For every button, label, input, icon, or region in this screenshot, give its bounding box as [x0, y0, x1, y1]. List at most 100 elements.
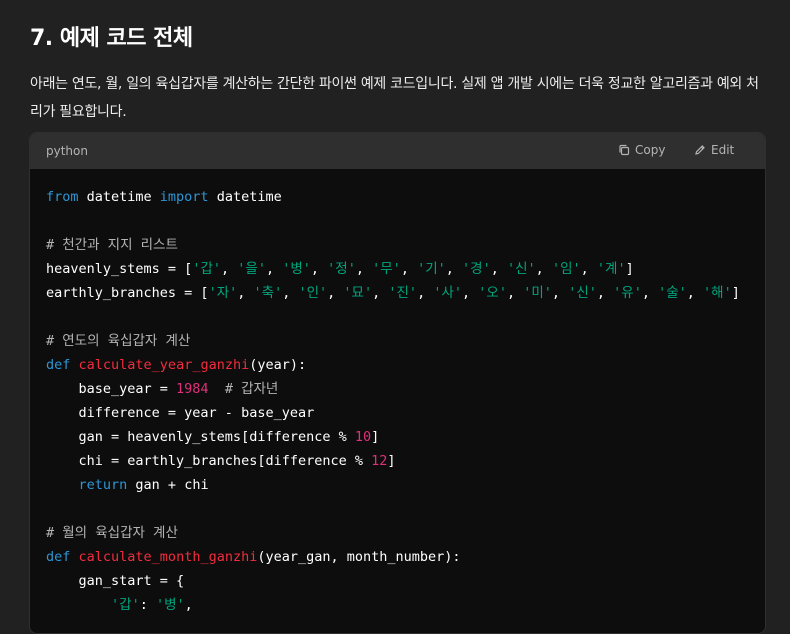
code-token: , — [265, 261, 283, 277]
code-token: ] — [731, 285, 740, 301]
code-line: gan_start = { — [46, 569, 765, 593]
code-token: datetime — [78, 189, 160, 205]
code-token: , — [282, 285, 299, 301]
code-token: gan + chi — [127, 477, 209, 493]
code-block: python Copy Edit from datetime import da… — [29, 132, 766, 634]
copy-icon — [618, 144, 630, 156]
code-token: def — [46, 549, 71, 565]
code-line: difference = year - base_year — [46, 401, 765, 425]
code-token: ] — [625, 261, 634, 277]
code-token: '갑' — [192, 261, 221, 277]
code-token: base_year = — [46, 381, 177, 397]
code-token: , — [490, 261, 507, 277]
copy-button[interactable]: Copy — [618, 143, 665, 157]
code-token: , — [327, 285, 344, 301]
code-token: calculate_year_ganzhi — [78, 357, 250, 373]
code-token: '묘' — [343, 285, 373, 301]
code-token: , — [686, 285, 704, 301]
code-token: # 천간과 지지 리스트 — [46, 237, 178, 253]
code-token: , — [535, 261, 552, 277]
code-token: , — [417, 285, 434, 301]
code-token: chi = earthly_branches[difference % — [46, 453, 372, 469]
code-token: , — [462, 285, 479, 301]
code-token: '계' — [596, 261, 626, 277]
code-token: import — [159, 189, 209, 205]
code-token: , — [237, 285, 254, 301]
code-token: , — [580, 261, 597, 277]
code-token: # 연도의 육십갑자 계산 — [46, 333, 191, 349]
code-token: '오' — [478, 285, 507, 301]
code-token: , — [506, 285, 524, 301]
code-content[interactable]: from datetime import datetime # 천간과 지지 리스… — [30, 169, 765, 617]
code-block-header: python Copy Edit — [30, 133, 765, 169]
copy-label: Copy — [635, 143, 666, 157]
code-line: gan = heavenly_stems[difference % 10] — [46, 425, 765, 449]
code-token: '을' — [237, 261, 266, 277]
code-language-label: python — [46, 144, 88, 158]
code-token: , — [596, 285, 614, 301]
pencil-icon — [694, 144, 706, 156]
code-line: # 천간과 지지 리스트 — [46, 233, 765, 257]
section-paragraph: 아래는 연도, 월, 일의 육십갑자를 계산하는 간단한 파이썬 예제 코드입니… — [30, 76, 759, 120]
code-token: (year_gan, month_number): — [257, 549, 461, 565]
code-token: heavenly_stems = [ — [46, 261, 193, 277]
code-token: # 갑자년 — [224, 381, 279, 397]
code-token: , — [355, 261, 373, 277]
code-token: , — [310, 261, 328, 277]
code-token: difference = year - base_year — [46, 405, 315, 421]
code-token: '진' — [388, 285, 418, 301]
code-token: , — [372, 285, 389, 301]
code-token: return — [78, 477, 128, 493]
code-token: , — [641, 285, 659, 301]
code-line: heavenly_stems = ['갑', '을', '병', '정', '무… — [46, 257, 765, 281]
edit-button[interactable]: Edit — [694, 143, 734, 157]
code-token: gan = heavenly_stems[difference % — [46, 429, 355, 445]
code-token: '기' — [417, 261, 446, 277]
code-token: def — [46, 357, 71, 373]
code-token: gan_start = { — [46, 573, 185, 589]
code-line: '갑': '병', — [46, 593, 765, 617]
code-line: chi = earthly_branches[difference % 12] — [46, 449, 765, 473]
code-token: 10 — [354, 429, 372, 445]
code-line: def calculate_year_ganzhi(year): — [46, 353, 765, 377]
code-line: base_year = 1984 # 갑자년 — [46, 377, 765, 401]
code-token: '정' — [327, 261, 356, 277]
code-token: , — [445, 261, 463, 277]
code-token: , — [400, 261, 418, 277]
code-token: '경' — [462, 261, 491, 277]
code-line: from datetime import datetime — [46, 185, 765, 209]
code-token: '갑' — [111, 597, 140, 613]
code-line: earthly_branches = ['자', '축', '인', '묘', … — [46, 281, 765, 305]
code-line: # 월의 육십갑자 계산 — [46, 521, 765, 545]
code-token: , — [184, 597, 193, 613]
code-token: 1984 — [176, 381, 209, 397]
code-token: datetime — [208, 189, 282, 205]
code-token: 12 — [371, 453, 388, 469]
code-token: '자' — [208, 285, 238, 301]
code-token: from — [46, 189, 79, 205]
code-token: '미' — [523, 285, 552, 301]
code-token: '축' — [253, 285, 283, 301]
code-token: '사' — [433, 285, 463, 301]
code-line: return gan + chi — [46, 473, 765, 497]
code-token: : — [139, 597, 156, 613]
code-token: '병' — [155, 597, 185, 613]
code-token: ] — [371, 429, 380, 445]
code-token: '신' — [568, 285, 597, 301]
code-token: '인' — [298, 285, 328, 301]
code-token: '무' — [372, 261, 401, 277]
code-token: '임' — [551, 261, 581, 277]
code-token: earthly_branches = [ — [46, 285, 209, 301]
code-token: calculate_month_ganzhi — [78, 549, 258, 565]
section-heading: 7. 예제 코드 전체 — [30, 26, 193, 51]
code-token: '술' — [658, 285, 687, 301]
code-line: def calculate_month_ganzhi(year_gan, mon… — [46, 545, 765, 569]
